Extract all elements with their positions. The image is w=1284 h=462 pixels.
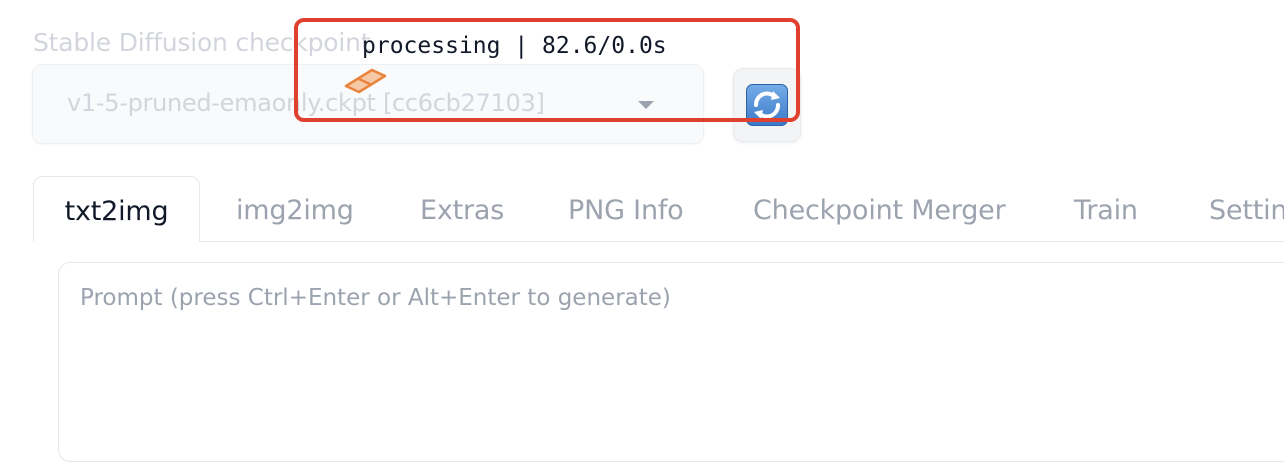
- tab-txt2img[interactable]: txt2img: [33, 176, 200, 242]
- tab-img2img[interactable]: img2img: [236, 176, 354, 242]
- checkpoint-label: Stable Diffusion checkpoint: [33, 28, 371, 57]
- refresh-checkpoint-button[interactable]: [733, 68, 801, 142]
- progress-bar-icon: [343, 66, 389, 100]
- tab-extras[interactable]: Extras: [420, 176, 504, 242]
- checkpoint-selected-value: v1-5-pruned-emaonly.ckpt [cc6cb27103]: [67, 89, 545, 117]
- refresh-icon: [746, 84, 788, 126]
- tab-settings[interactable]: Settin: [1209, 176, 1284, 242]
- prompt-panel: [58, 262, 1284, 462]
- tab-png-info[interactable]: PNG Info: [568, 176, 684, 242]
- tab-checkpoint-merger[interactable]: Checkpoint Merger: [753, 176, 1006, 242]
- prompt-input[interactable]: [69, 275, 1269, 425]
- chevron-down-icon: [638, 101, 654, 109]
- progress-status-text: processing | 82.6/0.0s: [362, 33, 667, 59]
- tab-bar: txt2img img2img Extras PNG Info Checkpoi…: [0, 176, 1284, 242]
- tab-train[interactable]: Train: [1074, 176, 1138, 242]
